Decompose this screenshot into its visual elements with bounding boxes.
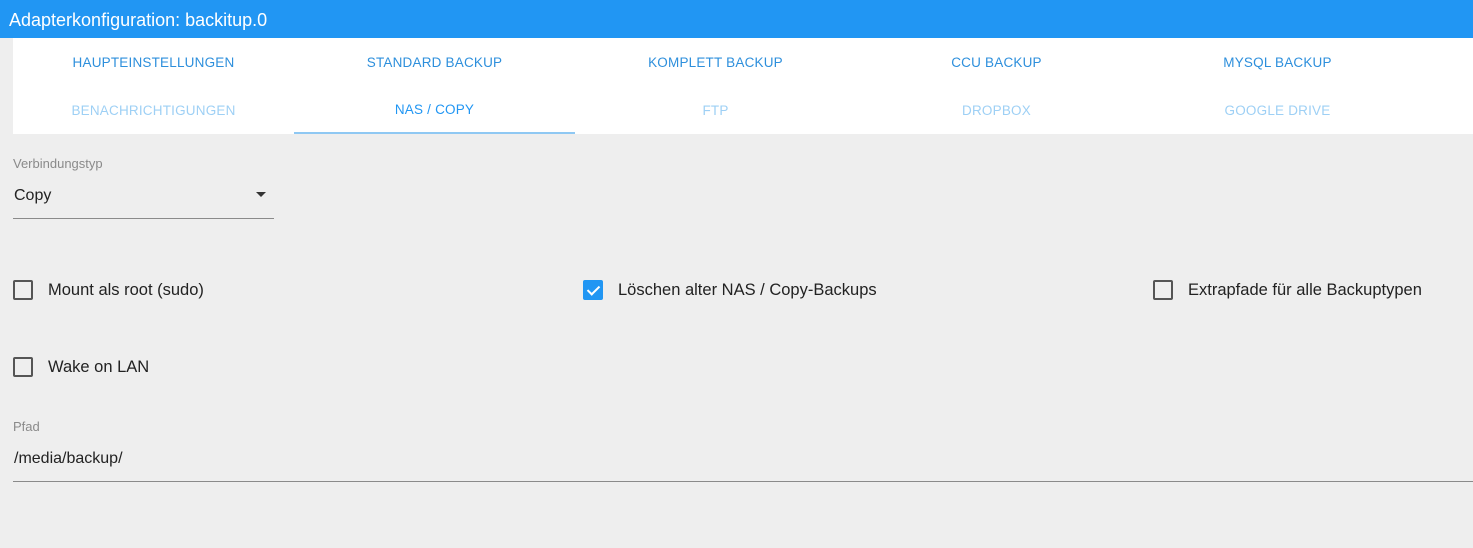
delete-old-backups-option[interactable]: Löschen alter NAS / Copy-Backups — [583, 280, 877, 300]
tab-google-drive[interactable]: GOOGLE DRIVE — [1137, 86, 1418, 134]
path-label: Pfad — [13, 419, 40, 434]
delete-old-backups-checkbox[interactable] — [583, 280, 603, 300]
tab-benachrichtigungen[interactable]: BENACHRICHTIGUNGEN — [13, 86, 294, 134]
wake-on-lan-checkbox[interactable] — [13, 357, 33, 377]
delete-old-backups-label: Löschen alter NAS / Copy-Backups — [618, 280, 877, 299]
tab-standard-backup[interactable]: STANDARD BACKUP — [294, 38, 575, 86]
window-title: Adapterkonfiguration: backitup.0 — [9, 10, 268, 30]
dropdown-arrow-icon — [256, 192, 266, 197]
connection-type-label: Verbindungstyp — [13, 156, 103, 171]
tab-mysql-backup[interactable]: MYSQL BACKUP — [1137, 38, 1418, 86]
path-field[interactable]: Pfad /media/backup/ — [13, 417, 1473, 482]
tab-ftp[interactable]: FTP — [575, 86, 856, 134]
tab-dropbox[interactable]: DROPBOX — [856, 86, 1137, 134]
settings-tabs: HAUPTEINSTELLUNGEN STANDARD BACKUP KOMPL… — [13, 38, 1473, 134]
wake-on-lan-label: Wake on LAN — [48, 357, 150, 376]
extra-paths-label: Extrapfade für alle Backuptypen — [1188, 280, 1422, 299]
tab-komplett-backup[interactable]: KOMPLETT BACKUP — [575, 38, 856, 86]
mount-root-checkbox[interactable] — [13, 280, 33, 300]
mount-root-label: Mount als root (sudo) — [48, 280, 204, 299]
extra-paths-option[interactable]: Extrapfade für alle Backuptypen — [1153, 280, 1422, 300]
path-input[interactable]: /media/backup/ — [14, 450, 123, 468]
extra-paths-checkbox[interactable] — [1153, 280, 1173, 300]
connection-type-value: Copy — [14, 187, 52, 204]
select-underline — [13, 218, 274, 219]
wake-on-lan-option[interactable]: Wake on LAN — [13, 357, 149, 377]
tab-nas-copy[interactable]: NAS / COPY — [294, 86, 575, 134]
tab-ccu-backup[interactable]: CCU BACKUP — [856, 38, 1137, 86]
tab-haupteinstellungen[interactable]: HAUPTEINSTELLUNGEN — [13, 38, 294, 86]
mount-root-option[interactable]: Mount als root (sudo) — [13, 280, 204, 300]
path-underline — [13, 481, 1473, 482]
connection-type-select[interactable]: Verbindungstyp Copy — [13, 154, 274, 219]
window-title-bar: Adapterkonfiguration: backitup.0 — [0, 0, 1473, 38]
